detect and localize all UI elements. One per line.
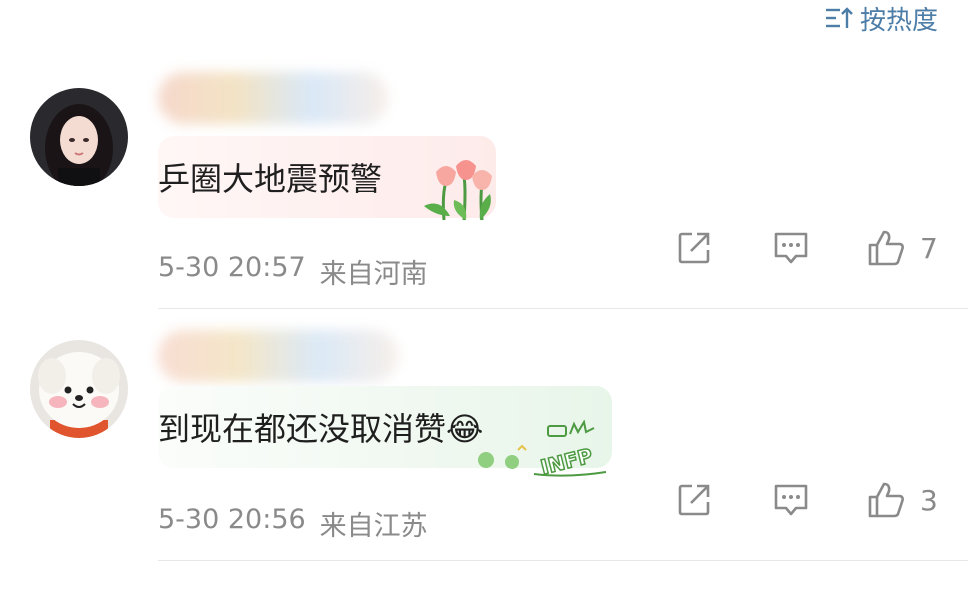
like-button[interactable]: 7: [866, 229, 938, 267]
comment-location: 来自江苏: [319, 511, 428, 542]
thumbs-up-icon: [868, 230, 904, 266]
share-button[interactable]: [676, 482, 712, 518]
thumbs-up-icon: [868, 482, 904, 518]
comment-meta: 5-30 20:57 来自河南: [158, 252, 428, 291]
username-blurred[interactable]: [158, 330, 398, 382]
tulips-sticker: [424, 160, 492, 221]
avatar[interactable]: [30, 340, 128, 438]
comment-time: 5-30 20:57: [158, 252, 306, 283]
comment-text: 到现在都还没取消赞😂: [158, 410, 484, 448]
comment-item: 到现在都还没取消赞😂 INFP 5-30 20:56 来自江苏 3: [0, 308, 968, 560]
comment-text: 乒圈大地震预警: [158, 160, 383, 198]
comment-icon: [774, 232, 808, 264]
like-button[interactable]: 3: [866, 481, 938, 519]
infp-sticker: INFP: [478, 420, 607, 480]
share-button[interactable]: [676, 230, 712, 266]
like-count: 7: [920, 231, 938, 265]
like-count: 3: [920, 483, 938, 517]
comment-divider: [158, 560, 968, 561]
avatar[interactable]: [30, 88, 128, 186]
comment-meta: 5-30 20:56 来自江苏: [158, 504, 428, 543]
reply-button[interactable]: [772, 482, 810, 518]
comment-icon: [774, 484, 808, 516]
comment-item: 乒圈大地震预警 5-30 20:57 来自河南 7: [0, 0, 968, 308]
share-icon: [678, 484, 710, 516]
reply-button[interactable]: [772, 230, 810, 266]
comment-time: 5-30 20:56: [158, 504, 306, 535]
share-icon: [678, 232, 710, 264]
username-blurred[interactable]: [158, 72, 388, 124]
comment-location: 来自河南: [319, 259, 428, 290]
